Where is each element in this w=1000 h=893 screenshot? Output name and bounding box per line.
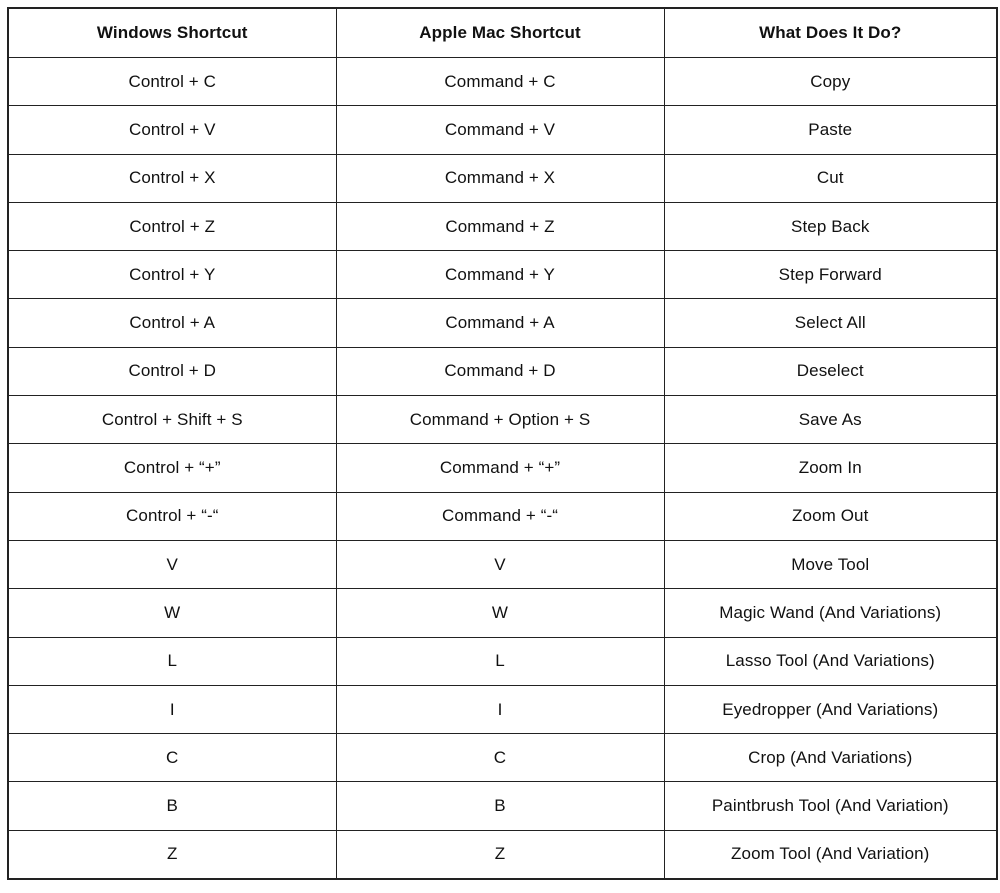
mac-shortcut-cell: Command + C xyxy=(335,56,665,107)
windows-shortcut-cell: V xyxy=(7,539,337,590)
windows-shortcut-cell: Control + A xyxy=(7,298,337,348)
action-cell: Magic Wand (And Variations) xyxy=(663,588,998,638)
action-cell: Step Forward xyxy=(663,250,998,300)
action-cell: Step Back xyxy=(663,201,998,252)
mac-shortcut-cell: C xyxy=(335,733,665,783)
windows-shortcut-cell: Control + Z xyxy=(7,201,337,252)
mac-shortcut-cell: Command + A xyxy=(335,298,665,348)
action-cell: Deselect xyxy=(663,346,998,397)
windows-shortcut-cell: Z xyxy=(7,829,337,880)
mac-shortcut-cell: B xyxy=(335,781,665,831)
shortcuts-table: Windows Shortcut Apple Mac Shortcut What… xyxy=(7,7,998,881)
table-row: I I Eyedropper (And Variations) xyxy=(7,684,998,735)
mac-shortcut-cell: Command + X xyxy=(335,153,665,203)
table-row: Control + V Command + V Paste xyxy=(7,105,998,155)
mac-shortcut-cell: Command + V xyxy=(335,105,665,155)
table-row: Control + D Command + D Deselect xyxy=(7,346,998,397)
mac-shortcut-cell: W xyxy=(335,588,665,638)
table-header: Windows Shortcut Apple Mac Shortcut What… xyxy=(7,7,998,58)
table-row: C C Crop (And Variations) xyxy=(7,733,998,783)
table-row: Control + A Command + A Select All xyxy=(7,298,998,348)
mac-shortcut-cell: I xyxy=(335,684,665,735)
windows-shortcut-cell: B xyxy=(7,781,337,831)
windows-shortcut-cell: I xyxy=(7,684,337,735)
header-mac-shortcut: Apple Mac Shortcut xyxy=(335,7,665,58)
table-row: Control + X Command + X Cut xyxy=(7,153,998,203)
windows-shortcut-cell: Control + D xyxy=(7,346,337,397)
action-cell: Paintbrush Tool (And Variation) xyxy=(663,781,998,831)
table-row: W W Magic Wand (And Variations) xyxy=(7,588,998,638)
action-cell: Crop (And Variations) xyxy=(663,733,998,783)
windows-shortcut-cell: Control + “-“ xyxy=(7,491,337,541)
windows-shortcut-cell: Control + “+” xyxy=(7,443,337,493)
windows-shortcut-cell: Control + C xyxy=(7,56,337,107)
windows-shortcut-cell: Control + X xyxy=(7,153,337,203)
mac-shortcut-cell: Command + “-“ xyxy=(335,491,665,541)
action-cell: Save As xyxy=(663,395,998,445)
table-row: V V Move Tool xyxy=(7,539,998,590)
action-cell: Zoom Tool (And Variation) xyxy=(663,829,998,880)
table-row: Control + “-“ Command + “-“ Zoom Out xyxy=(7,491,998,541)
table-row: L L Lasso Tool (And Variations) xyxy=(7,636,998,686)
table-body: Control + C Command + C Copy Control + V Com… xyxy=(7,56,998,880)
action-cell: Cut xyxy=(663,153,998,203)
action-cell: Zoom In xyxy=(663,443,998,493)
windows-shortcut-cell: C xyxy=(7,733,337,783)
table-row: Control + Z Command + Z Step Back xyxy=(7,201,998,252)
windows-shortcut-cell: Control + Y xyxy=(7,250,337,300)
header-what-it-does: What Does It Do? xyxy=(663,7,998,58)
action-cell: Eyedropper (And Variations) xyxy=(663,684,998,735)
header-row: Windows Shortcut Apple Mac Shortcut What… xyxy=(7,7,998,58)
action-cell: Copy xyxy=(663,56,998,107)
action-cell: Zoom Out xyxy=(663,491,998,541)
mac-shortcut-cell: Command + Z xyxy=(335,201,665,252)
windows-shortcut-cell: Control + Shift + S xyxy=(7,395,337,445)
table-row: Z Z Zoom Tool (And Variation) xyxy=(7,829,998,880)
table-row: Control + C Command + C Copy xyxy=(7,56,998,107)
mac-shortcut-cell: V xyxy=(335,539,665,590)
windows-shortcut-cell: Control + V xyxy=(7,105,337,155)
action-cell: Paste xyxy=(663,105,998,155)
table-row: Control + Shift + S Command + Option + SS… xyxy=(7,395,998,445)
windows-shortcut-cell: L xyxy=(7,636,337,686)
mac-shortcut-cell: Z xyxy=(335,829,665,880)
mac-shortcut-cell: L xyxy=(335,636,665,686)
windows-shortcut-cell: W xyxy=(7,588,337,638)
action-cell: Move Tool xyxy=(663,539,998,590)
mac-shortcut-cell: Command + Y xyxy=(335,250,665,300)
mac-shortcut-cell: Command + Option + S xyxy=(335,395,665,445)
table-row: Control + Y Command + Y Step Forward xyxy=(7,250,998,300)
action-cell: Select All xyxy=(663,298,998,348)
mac-shortcut-cell: Command + “+” xyxy=(335,443,665,493)
header-windows-shortcut: Windows Shortcut xyxy=(7,7,337,58)
mac-shortcut-cell: Command + D xyxy=(335,346,665,397)
table-row: B B Paintbrush Tool (And Variation) xyxy=(7,781,998,831)
table-row: Control + “+” Command + “+” Zoom In xyxy=(7,443,998,493)
action-cell: Lasso Tool (And Variations) xyxy=(663,636,998,686)
